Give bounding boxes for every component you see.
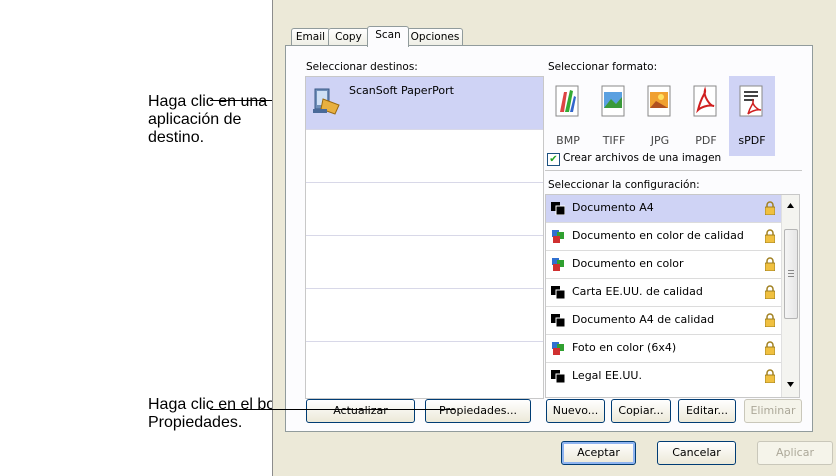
format-spdf[interactable]: sPDF bbox=[729, 76, 775, 156]
destination-empty-row bbox=[306, 289, 543, 342]
tiff-icon bbox=[601, 85, 625, 117]
lock-icon bbox=[765, 313, 775, 327]
format-separator bbox=[545, 170, 802, 171]
format-selector: BMP TIFF JPG PDF sPDF bbox=[545, 76, 801, 158]
lock-icon bbox=[765, 257, 775, 271]
bmp-icon bbox=[555, 85, 579, 117]
config-item-label: Documento en color de calidad bbox=[572, 229, 744, 242]
format-label: Seleccionar formato: bbox=[548, 61, 658, 73]
paperport-icon bbox=[313, 88, 340, 115]
config-item[interactable]: Foto en color (6x4) bbox=[546, 335, 781, 363]
apply-button[interactable]: Aplicar bbox=[757, 441, 833, 465]
format-spdf-label: sPDF bbox=[738, 134, 766, 147]
bw-document-icon bbox=[551, 202, 565, 215]
color-document-icon bbox=[552, 258, 564, 271]
color-document-icon bbox=[552, 230, 564, 243]
bw-document-icon bbox=[551, 314, 565, 327]
config-item[interactable]: Documento en color bbox=[546, 251, 781, 279]
spdf-icon bbox=[739, 85, 763, 117]
format-pdf-label: PDF bbox=[695, 134, 717, 147]
lock-icon bbox=[765, 229, 775, 243]
single-image-checkbox-label: Crear archivos de una imagen bbox=[563, 152, 722, 164]
delete-button[interactable]: Eliminar bbox=[744, 399, 802, 423]
destination-empty-row bbox=[306, 236, 543, 289]
destination-item-paperport[interactable]: ScanSoft PaperPort bbox=[306, 77, 543, 130]
configuration-list: Documento A4 Documento en color de calid… bbox=[545, 194, 800, 398]
tab-email[interactable]: Email bbox=[291, 28, 330, 46]
lock-icon bbox=[765, 341, 775, 355]
single-image-checkbox[interactable]: ✔ bbox=[547, 153, 560, 166]
callout-destination-text: Haga clic en una aplicación de destino. bbox=[148, 93, 268, 146]
edit-button[interactable]: Editar... bbox=[678, 399, 736, 423]
config-item-label: Documento A4 de calidad bbox=[572, 313, 715, 326]
destination-empty-row bbox=[306, 342, 543, 394]
destination-empty-row bbox=[306, 130, 543, 183]
tab-scan[interactable]: Scan bbox=[367, 26, 409, 47]
config-item[interactable]: Carta EE.UU. de calidad bbox=[546, 279, 781, 307]
properties-button[interactable]: Propiedades... bbox=[425, 399, 531, 423]
update-button[interactable]: Actualizar bbox=[306, 399, 415, 423]
config-item-label: Foto en color (6x4) bbox=[572, 341, 677, 354]
bw-document-icon bbox=[551, 370, 565, 383]
format-tiff-label: TIFF bbox=[602, 134, 626, 147]
format-jpg[interactable]: JPG bbox=[637, 76, 683, 156]
callout-properties-leader bbox=[210, 409, 455, 410]
format-tiff[interactable]: TIFF bbox=[591, 76, 637, 156]
config-item[interactable]: Documento A4 de calidad bbox=[546, 307, 781, 335]
destination-empty-row bbox=[306, 183, 543, 236]
bw-document-icon bbox=[551, 286, 565, 299]
configuration-label: Seleccionar la configuración: bbox=[548, 179, 700, 191]
destination-item-label: ScanSoft PaperPort bbox=[349, 84, 454, 97]
tab-opciones[interactable]: Opciones bbox=[407, 28, 463, 46]
lock-icon bbox=[765, 369, 775, 383]
format-pdf[interactable]: PDF bbox=[683, 76, 729, 156]
pdf-icon bbox=[693, 85, 717, 117]
config-item-label: Documento en color bbox=[572, 257, 684, 270]
scroll-down-icon[interactable] bbox=[787, 382, 794, 387]
config-item[interactable]: Legal EE.UU. bbox=[546, 363, 781, 390]
format-jpg-label: JPG bbox=[650, 134, 670, 147]
jpg-icon bbox=[647, 85, 671, 117]
config-item[interactable]: Documento en color de calidad bbox=[546, 223, 781, 251]
config-item[interactable]: Documento A4 bbox=[546, 195, 781, 223]
copy-button[interactable]: Copiar... bbox=[611, 399, 671, 423]
lock-icon bbox=[765, 201, 775, 215]
color-document-icon bbox=[552, 342, 564, 355]
tab-copy[interactable]: Copy bbox=[328, 28, 369, 46]
scroll-thumb[interactable] bbox=[784, 229, 798, 319]
config-item-label: Carta EE.UU. de calidad bbox=[572, 285, 703, 298]
config-scrollbar[interactable] bbox=[781, 195, 799, 397]
destination-list: ScanSoft PaperPort bbox=[305, 76, 544, 399]
format-bmp-label: BMP bbox=[556, 134, 580, 147]
destinations-label: Seleccionar destinos: bbox=[306, 61, 418, 73]
config-item-label: Documento A4 bbox=[572, 201, 654, 214]
config-item-label: Legal EE.UU. bbox=[572, 369, 642, 382]
lock-icon bbox=[765, 285, 775, 299]
scroll-up-icon[interactable] bbox=[787, 203, 794, 208]
new-button[interactable]: Nuevo... bbox=[546, 399, 605, 423]
accept-button[interactable]: Aceptar bbox=[561, 441, 636, 465]
format-bmp[interactable]: BMP bbox=[545, 76, 591, 156]
cancel-button[interactable]: Cancelar bbox=[657, 441, 736, 465]
